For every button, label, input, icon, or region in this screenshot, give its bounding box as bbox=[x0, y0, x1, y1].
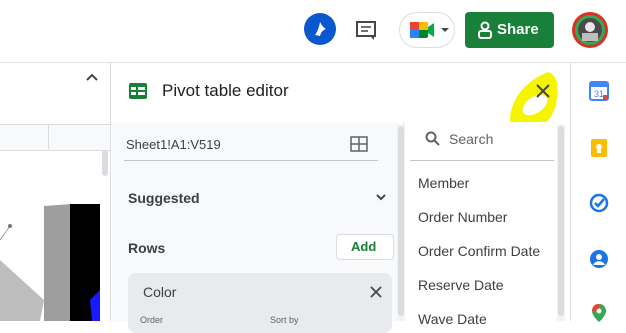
search-icon bbox=[425, 131, 441, 147]
panel-title: Pivot table editor bbox=[162, 81, 289, 100]
data-range-text[interactable]: Sheet1!A1:V519 bbox=[126, 137, 221, 152]
add-label: Add bbox=[351, 239, 377, 254]
column-header-row bbox=[0, 124, 110, 151]
meet-icon bbox=[410, 22, 449, 38]
share-button[interactable]: Share bbox=[465, 12, 554, 48]
gemini-button[interactable] bbox=[304, 13, 336, 45]
suggested-label[interactable]: Suggested bbox=[128, 190, 200, 206]
keep-icon[interactable] bbox=[589, 138, 609, 158]
search-underline bbox=[410, 160, 554, 161]
chevron-down-icon[interactable] bbox=[374, 190, 388, 204]
meet-button[interactable] bbox=[399, 12, 455, 48]
range-underline bbox=[124, 160, 378, 161]
field-item[interactable]: Reserve Date bbox=[418, 277, 504, 293]
share-label: Share bbox=[497, 21, 539, 38]
close-icon[interactable] bbox=[533, 81, 553, 101]
tasks-icon[interactable] bbox=[589, 193, 609, 213]
add-row-button[interactable]: Add bbox=[336, 234, 394, 260]
row-card-color bbox=[128, 273, 392, 333]
contacts-icon[interactable] bbox=[589, 249, 609, 269]
maps-icon[interactable] bbox=[589, 303, 609, 323]
side-panel-strip bbox=[570, 63, 626, 321]
remove-row-icon[interactable] bbox=[369, 285, 383, 299]
row-card-label: Color bbox=[143, 284, 177, 300]
field-search-input[interactable]: Search bbox=[449, 131, 493, 147]
order-label: Order bbox=[140, 315, 164, 325]
pivot-table-icon bbox=[129, 83, 147, 99]
config-scrollbar-thumb[interactable] bbox=[398, 126, 404, 316]
rows-label: Rows bbox=[128, 240, 166, 256]
avatar[interactable] bbox=[571, 11, 609, 49]
svg-text:31: 31 bbox=[594, 89, 604, 99]
fields-scrollbar-thumb[interactable] bbox=[558, 126, 564, 316]
field-item[interactable]: Member bbox=[418, 175, 469, 191]
select-range-icon[interactable] bbox=[350, 136, 370, 154]
field-item[interactable]: Order Confirm Date bbox=[418, 243, 540, 259]
field-item[interactable]: Order Number bbox=[418, 209, 507, 225]
sort-by-label: Sort by bbox=[270, 315, 299, 325]
chart-fragment bbox=[0, 204, 100, 321]
calendar-icon[interactable]: 31 bbox=[589, 81, 609, 101]
comment-icon[interactable] bbox=[352, 17, 380, 45]
lock-person-icon bbox=[478, 21, 492, 39]
column-divider bbox=[48, 124, 49, 149]
sheet-scrollbar[interactable] bbox=[102, 150, 108, 176]
gem-icon bbox=[315, 22, 326, 36]
field-item[interactable]: Wave Date bbox=[418, 311, 487, 327]
chevron-up-icon[interactable] bbox=[86, 70, 98, 82]
